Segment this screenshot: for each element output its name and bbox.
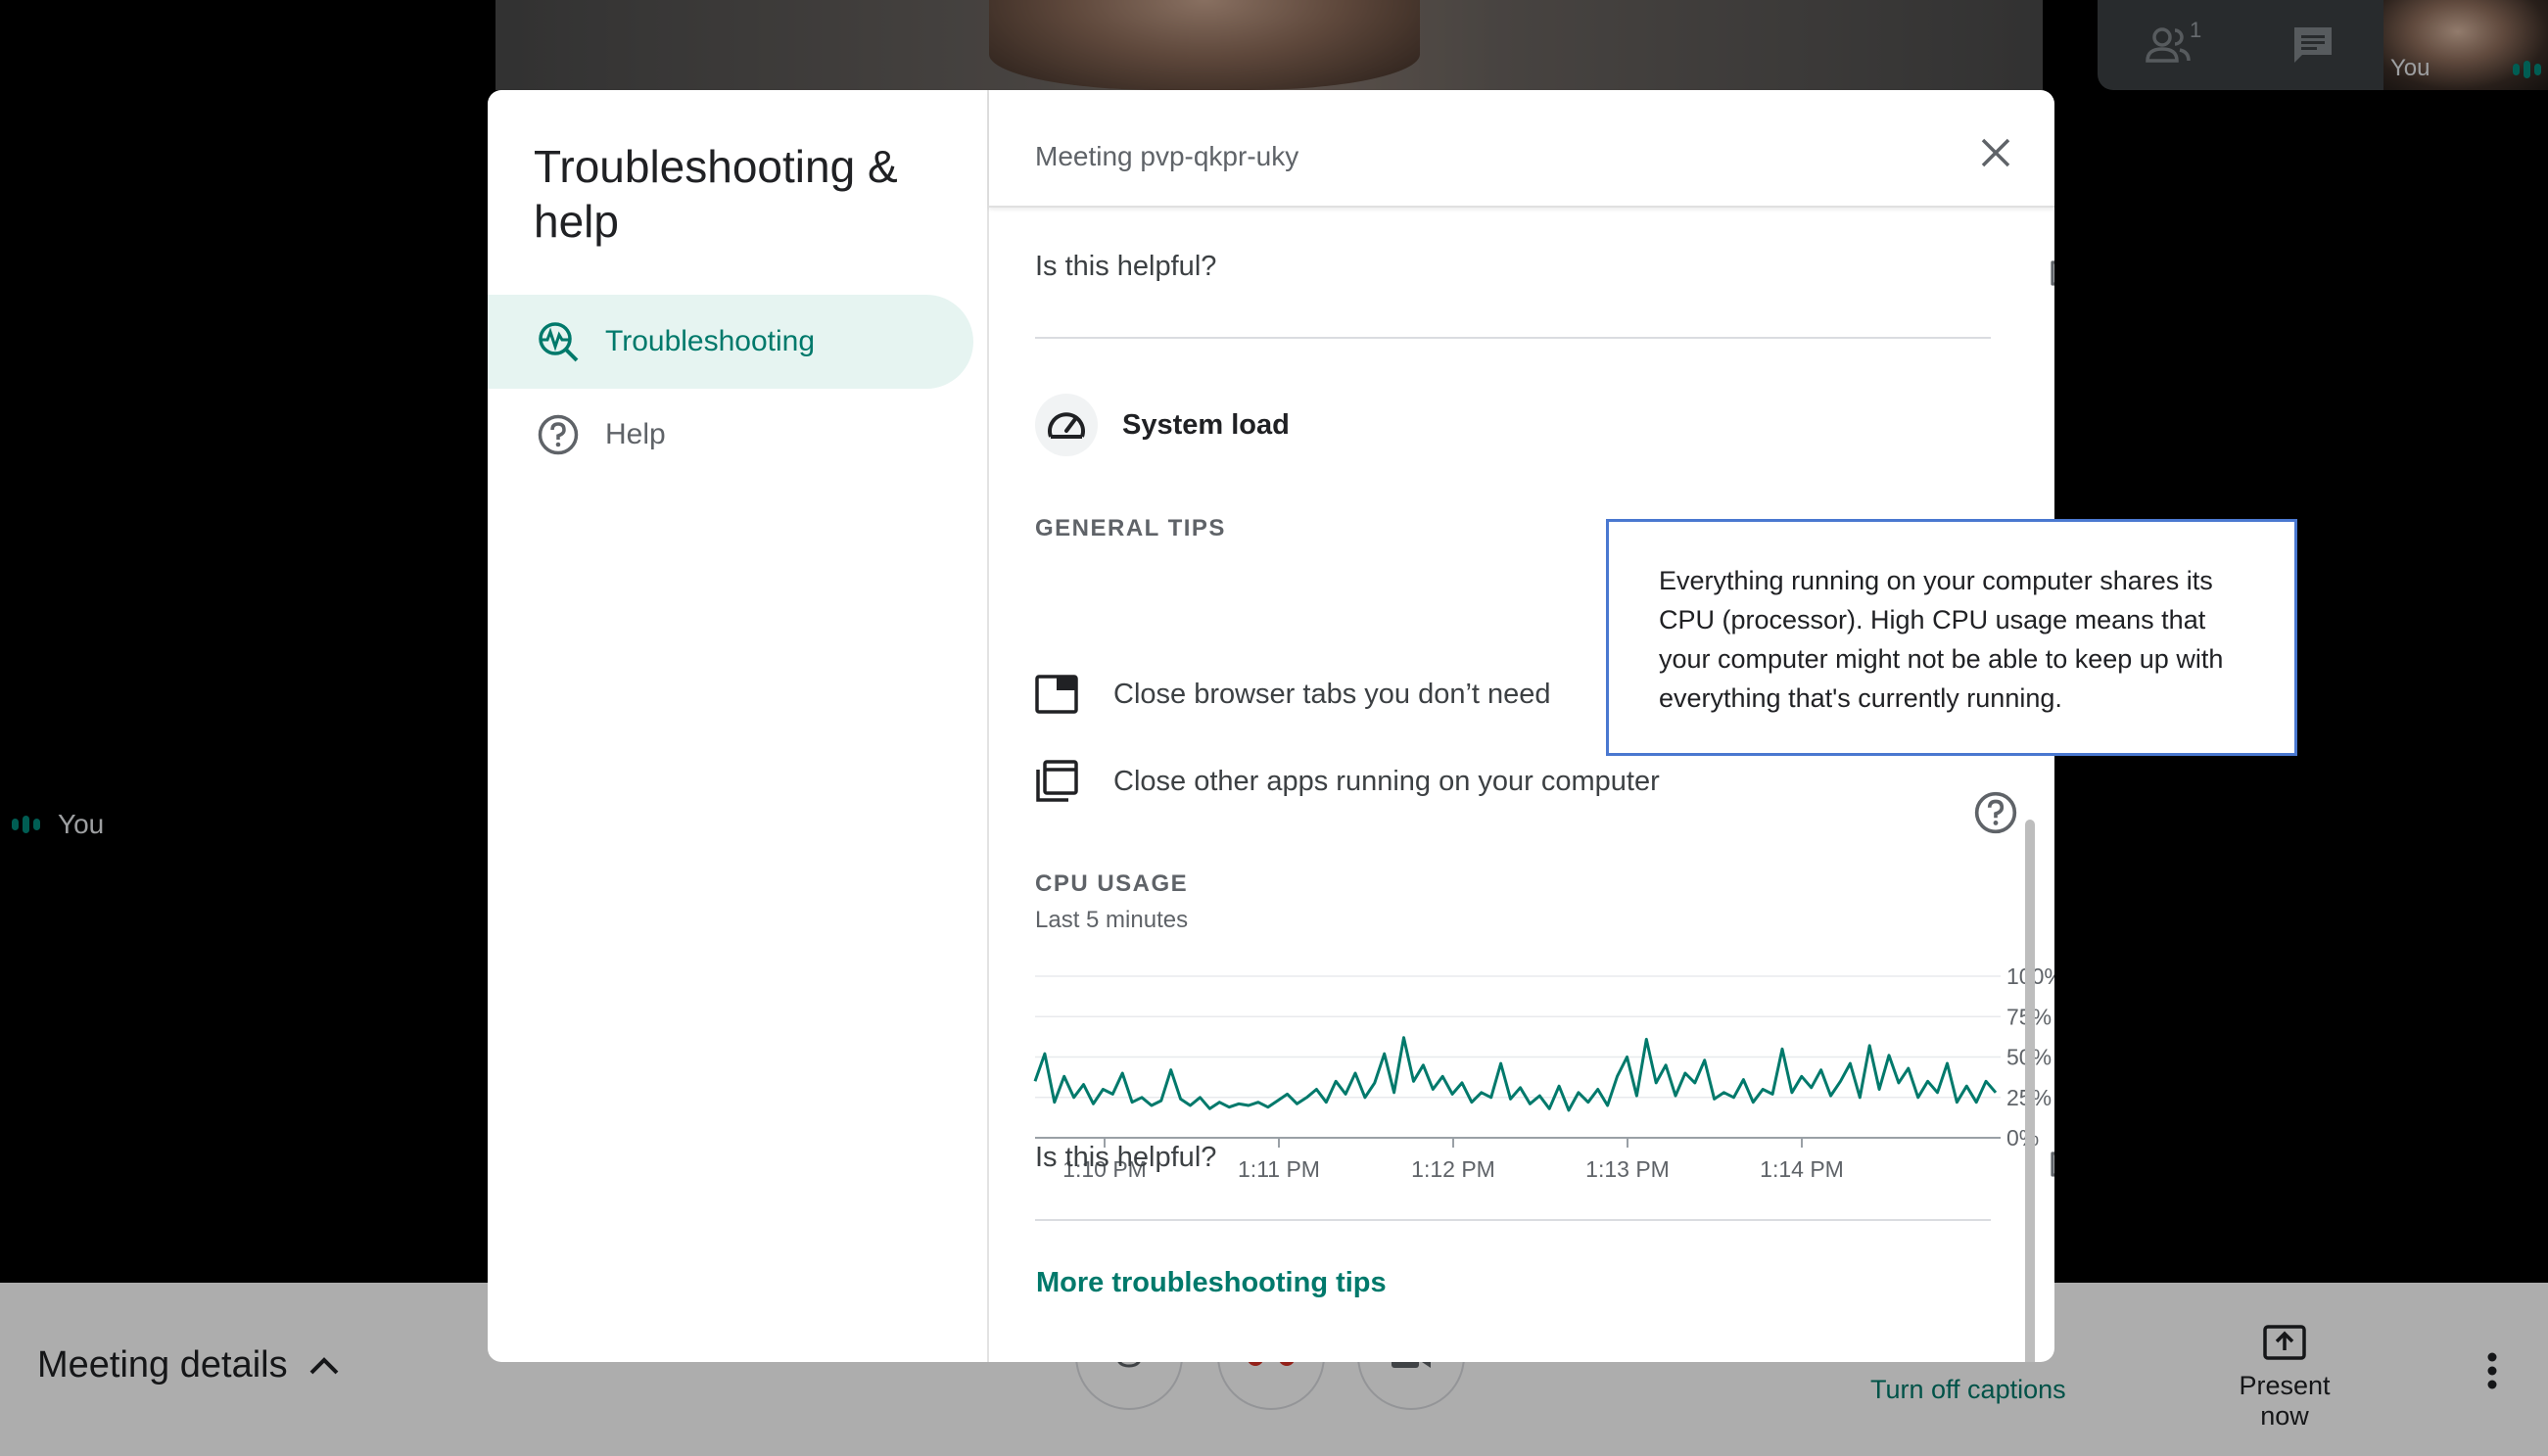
apps-stack-icon <box>1035 760 1078 803</box>
nav-item-label: Troubleshooting <box>605 325 816 357</box>
tip-text: Close other apps running on your compute… <box>1113 765 1660 797</box>
troubleshooting-icon <box>539 322 579 362</box>
meeting-code: Meeting pvp-qkpr-uky <box>1035 141 1299 171</box>
thumbs-up-button[interactable] <box>2044 1130 2054 1185</box>
help-icon <box>1974 791 2017 834</box>
close-icon <box>1981 138 2010 167</box>
dialog-header: Meeting pvp-qkpr-uky <box>989 90 2054 208</box>
thumbs-up-button[interactable] <box>2044 239 2054 294</box>
tip-text: Close browser tabs you don’t need <box>1113 678 1551 710</box>
helpful-feedback-row: Is this helpful? <box>1035 237 1991 296</box>
close-button[interactable] <box>1968 125 2023 180</box>
section-divider <box>1035 337 1991 339</box>
dialog-title: Troubleshooting & help <box>534 141 898 247</box>
nav-item-troubleshooting[interactable]: Troubleshooting <box>488 295 973 389</box>
helpful-question: Is this helpful? <box>1035 1141 1217 1173</box>
help-icon <box>538 414 579 455</box>
helpful-question: Is this helpful? <box>1035 250 1217 282</box>
helpful-feedback-row: Is this helpful? <box>1035 1128 1991 1187</box>
tip-close-tabs: Close browser tabs you don’t need <box>1035 670 1551 719</box>
nav-item-label: Help <box>605 418 666 450</box>
browser-tab-icon <box>1035 673 1078 716</box>
tip-close-apps: Close other apps running on your compute… <box>1035 757 1660 806</box>
tooltip-text: Everything running on your computer shar… <box>1659 566 2224 713</box>
cpu-info-tooltip: Everything running on your computer shar… <box>1606 519 2297 756</box>
dialog-sidebar: Troubleshooting & help Troubleshooting H… <box>488 90 989 1362</box>
speedometer-icon <box>1035 394 1098 456</box>
system-load-title: System load <box>1122 409 1290 441</box>
more-troubleshooting-tips-link[interactable]: More troubleshooting tips <box>1036 1267 1387 1299</box>
thumbs-up-icon <box>2051 260 2054 286</box>
thumbs-up-icon <box>2051 1151 2054 1177</box>
dialog-scrollbar[interactable] <box>2025 820 2035 1362</box>
general-tips-heading: GENERAL TIPS <box>1035 515 1226 541</box>
cpu-usage-line <box>1033 1036 1998 1112</box>
cpu-help-button[interactable] <box>1968 785 2023 840</box>
section-divider <box>1035 1219 1991 1221</box>
nav-item-help[interactable]: Help <box>488 388 973 482</box>
